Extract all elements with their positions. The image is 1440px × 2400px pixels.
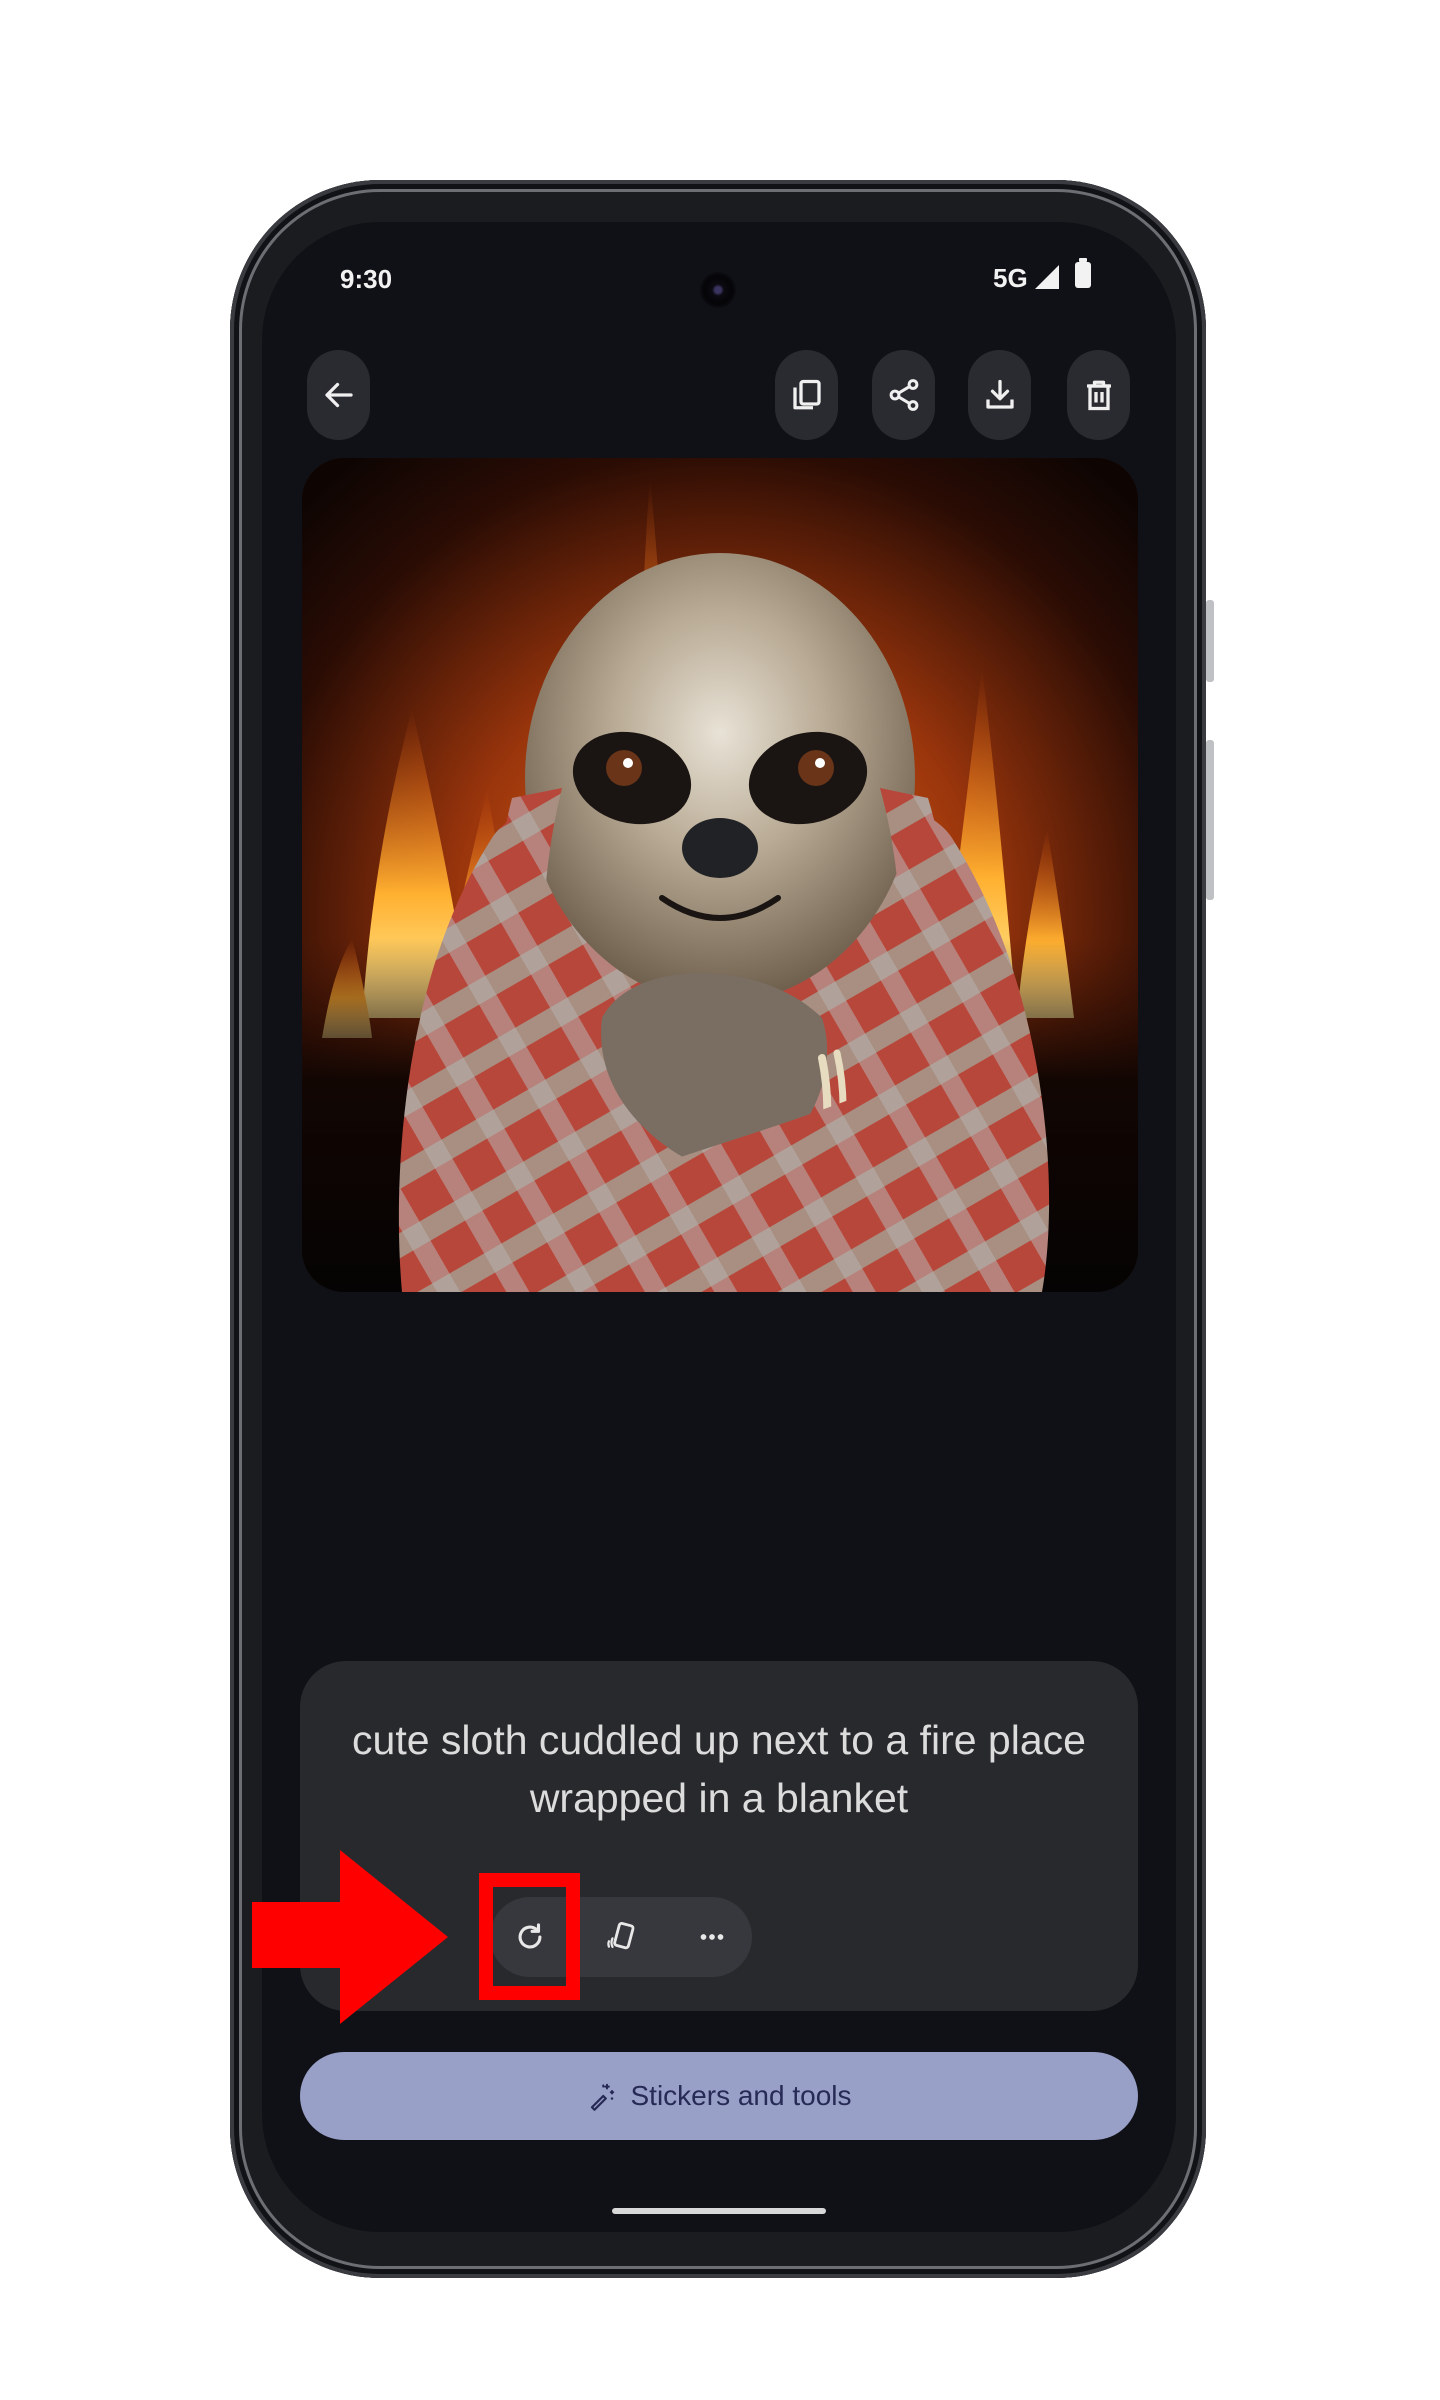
more-button[interactable] [672,1897,752,1977]
generated-image[interactable] [302,458,1138,1292]
download-button[interactable] [968,350,1031,440]
annotation-arrow-icon [252,1850,448,2024]
stickers-and-tools-button[interactable]: Stickers and tools [300,2052,1138,2140]
network-label: 5G [993,263,1028,293]
battery-icon [1075,258,1091,288]
phone-tilt-icon [607,1921,635,1950]
power-button [1206,600,1214,682]
trash-icon [1086,380,1111,411]
sloth-illustration [302,458,1138,1292]
more-horizontal-icon [700,1934,724,1940]
annotation-highlight-box [479,1873,580,2000]
front-camera [700,272,736,308]
set-wallpaper-button[interactable] [581,1897,661,1977]
download-icon [985,379,1014,409]
delete-button[interactable] [1067,350,1130,440]
volume-button [1206,740,1214,900]
copy-button[interactable] [775,350,838,440]
magic-wand-icon [590,2083,614,2111]
home-indicator[interactable] [612,2208,826,2214]
stickers-label: Stickers and tools [630,2080,852,2111]
back-button[interactable] [307,350,370,440]
signal-icon [1035,265,1059,289]
copy-icon [792,379,821,410]
share-button[interactable] [872,350,935,440]
arrow-left-icon [324,382,353,408]
prompt-text: cute sloth cuddled up next to a fire pla… [352,1717,1086,1821]
status-time: 9:30 [340,264,393,294]
share-icon [889,379,918,411]
